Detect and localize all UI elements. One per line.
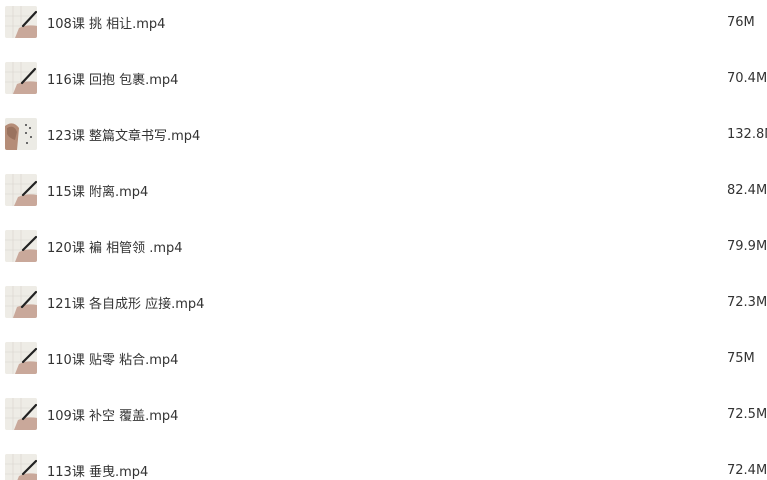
video-thumbnail-icon xyxy=(5,342,37,374)
file-name: 115课 附离.mp4 xyxy=(47,184,149,200)
file-row[interactable]: 116课 回抱 包裹.mp4 70.4M xyxy=(0,50,767,106)
file-size: 72.5M xyxy=(727,406,767,422)
file-size: 72.4M xyxy=(727,462,767,478)
file-size: 76M xyxy=(727,14,755,30)
file-row[interactable]: 113课 垂曳.mp4 72.4M xyxy=(0,442,767,480)
file-name: 110课 贴零 粘合.mp4 xyxy=(47,352,179,368)
video-thumbnail-icon xyxy=(5,286,37,318)
file-size: 75M xyxy=(727,350,755,366)
video-thumbnail-icon xyxy=(5,398,37,430)
file-name: 113课 垂曳.mp4 xyxy=(47,464,149,480)
file-size: 82.4M xyxy=(727,182,767,198)
file-size: 70.4M xyxy=(727,70,767,86)
video-thumbnail-icon xyxy=(5,118,37,150)
file-size: 132.8M xyxy=(727,126,767,142)
video-thumbnail-icon xyxy=(5,230,37,262)
file-row[interactable]: 121课 各自成形 应接.mp4 72.3M xyxy=(0,274,767,330)
video-thumbnail-icon xyxy=(5,6,37,38)
video-thumbnail-icon xyxy=(5,174,37,206)
file-row[interactable]: 123课 整篇文章书写.mp4 132.8M xyxy=(0,106,767,162)
file-list: 108课 挑 相让.mp4 76M 116课 回抱 包裹.mp4 70.4M 1… xyxy=(0,0,767,480)
file-name: 108课 挑 相让.mp4 xyxy=(47,16,166,32)
file-row[interactable]: 110课 贴零 粘合.mp4 75M xyxy=(0,330,767,386)
file-name: 116课 回抱 包裹.mp4 xyxy=(47,72,179,88)
file-row[interactable]: 109课 补空 覆盖.mp4 72.5M xyxy=(0,386,767,442)
file-name: 121课 各自成形 应接.mp4 xyxy=(47,296,205,312)
file-size: 79.9M xyxy=(727,238,767,254)
file-row[interactable]: 120课 褊 相管领 .mp4 79.9M xyxy=(0,218,767,274)
video-thumbnail-icon xyxy=(5,62,37,94)
file-row[interactable]: 108课 挑 相让.mp4 76M xyxy=(0,0,767,50)
file-name: 123课 整篇文章书写.mp4 xyxy=(47,128,201,144)
video-thumbnail-icon xyxy=(5,454,37,480)
file-name: 109课 补空 覆盖.mp4 xyxy=(47,408,179,424)
file-row[interactable]: 115课 附离.mp4 82.4M xyxy=(0,162,767,218)
file-size: 72.3M xyxy=(727,294,767,310)
file-name: 120课 褊 相管领 .mp4 xyxy=(47,240,183,256)
